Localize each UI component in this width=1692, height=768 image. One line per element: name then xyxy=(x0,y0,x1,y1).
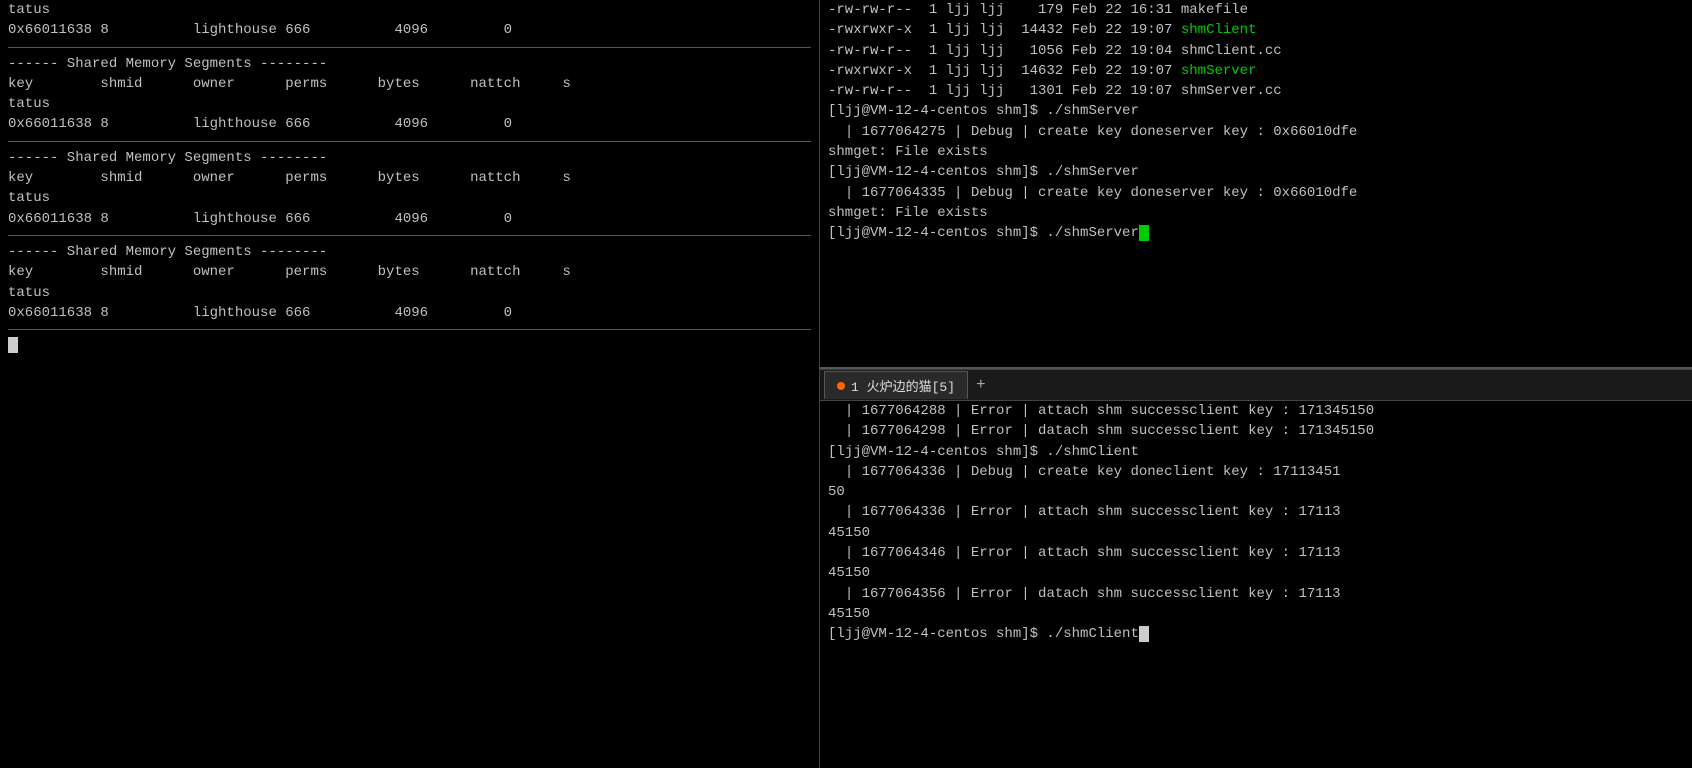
line-wrap-4: 45150 xyxy=(828,606,870,622)
left-block-3: ------ Shared Memory Segments -------- k… xyxy=(8,242,811,323)
right-panel: -rw-rw-r-- 1 ljj ljj 179 Feb 22 16:31 ma… xyxy=(820,0,1692,768)
shm-server-link: shmServer xyxy=(1181,63,1257,79)
tab-label: 1 火炉边的猫[5] xyxy=(851,376,955,395)
right-bottom-cursor xyxy=(1139,626,1149,642)
left-status-1: tatus 0x66011638 8 lighthouse 666 4096 0 xyxy=(8,2,512,38)
left-cursor-line xyxy=(8,336,811,356)
right-top-content: -rw-rw-r-- 1 ljj ljj 179 Feb 22 16:31 ma… xyxy=(828,0,1684,244)
left-block-1: ------ Shared Memory Segments -------- k… xyxy=(8,54,811,135)
left-terminal: tatus 0x66011638 8 lighthouse 666 4096 0… xyxy=(0,0,820,768)
line-wrap-1: 50 xyxy=(828,484,845,500)
line-wrap-2: 45150 xyxy=(828,525,870,541)
right-top-cursor xyxy=(1139,225,1149,241)
left-block-2: ------ Shared Memory Segments -------- k… xyxy=(8,148,811,229)
tab-bar: 1 火炉边的猫[5] + xyxy=(820,369,1692,401)
tab-dot-icon xyxy=(837,382,845,390)
tab-fire-cat[interactable]: 1 火炉边的猫[5] xyxy=(824,371,968,399)
right-top-terminal: -rw-rw-r-- 1 ljj ljj 179 Feb 22 16:31 ma… xyxy=(820,0,1692,369)
shm-client-link: shmClient xyxy=(1181,22,1257,38)
line-wrap-3: 45150 xyxy=(828,565,870,581)
right-bottom-terminal: | 1677064288 | Error | attach shm succes… xyxy=(820,401,1692,768)
right-bottom-content: | 1677064288 | Error | attach shm succes… xyxy=(828,401,1684,645)
left-terminal-content: tatus 0x66011638 8 lighthouse 666 4096 0 xyxy=(8,0,811,41)
tab-plus-button[interactable]: + xyxy=(968,372,994,398)
